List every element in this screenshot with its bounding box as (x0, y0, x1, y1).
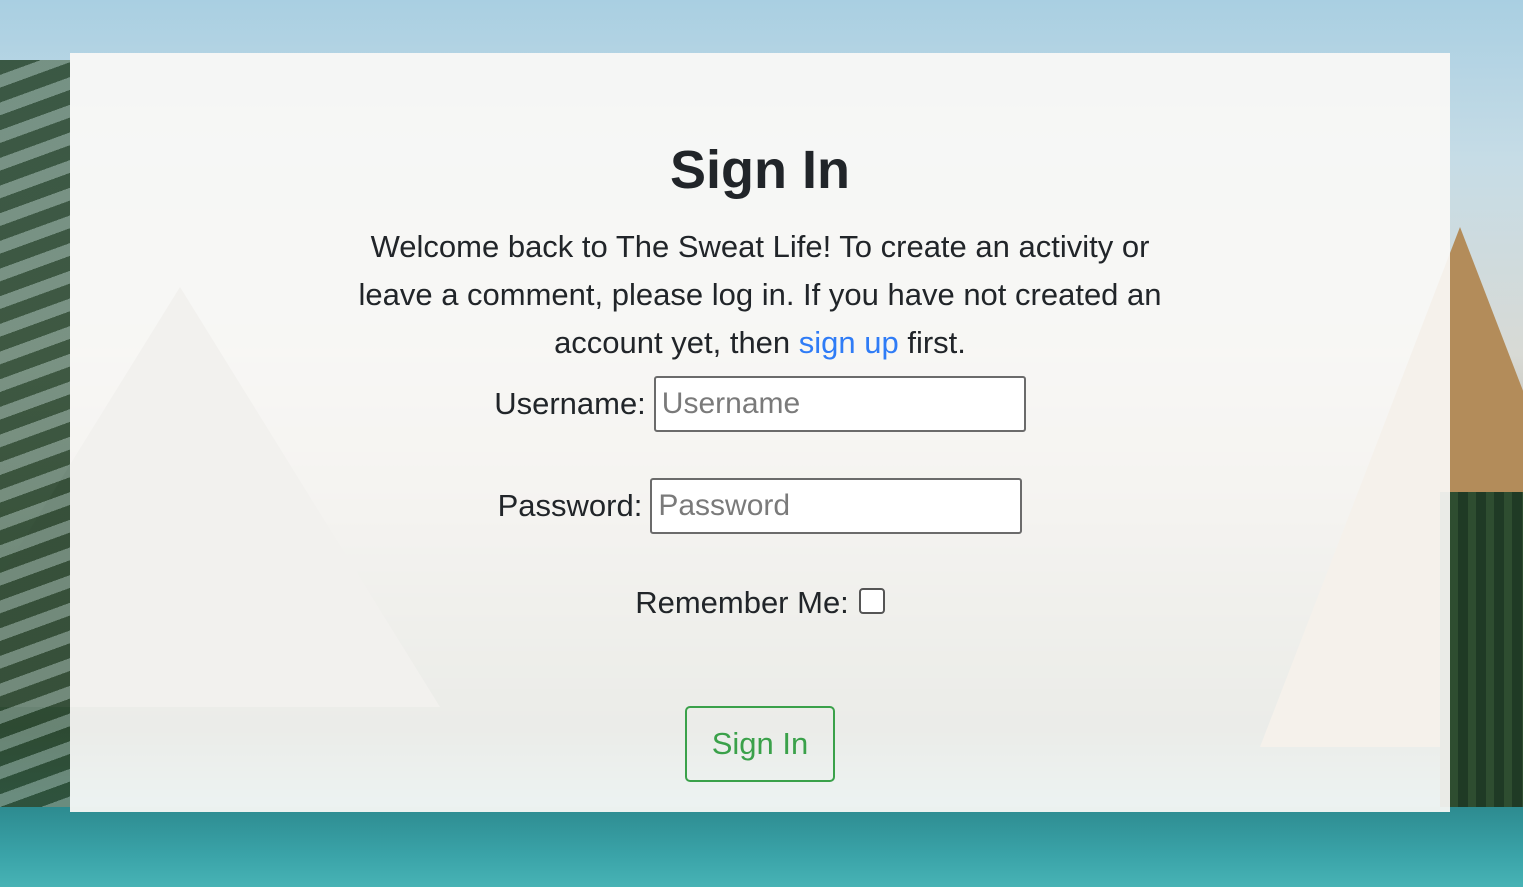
password-row: Password: (70, 478, 1450, 534)
sign-in-card: Sign In Welcome back to The Sweat Life! … (70, 53, 1450, 812)
forest-right (1440, 492, 1523, 812)
remember-me-label: Remember Me: (635, 585, 849, 620)
page-title: Sign In (670, 140, 850, 200)
lake (0, 807, 1523, 887)
password-input[interactable] (650, 478, 1023, 534)
intro-text: Welcome back to The Sweat Life! To creat… (330, 223, 1190, 367)
username-row: Username: (70, 376, 1450, 432)
intro-text-after-link: first. (898, 325, 966, 360)
username-input[interactable] (653, 376, 1026, 432)
intro-text-before-link: Welcome back to The Sweat Life! To creat… (358, 229, 1162, 360)
password-label: Password: (497, 488, 643, 523)
tree-branches-left (0, 60, 70, 820)
remember-me-row: Remember Me: (70, 585, 1450, 621)
remember-me-checkbox[interactable] (858, 588, 885, 614)
sign-in-button[interactable]: Sign In (685, 706, 835, 782)
sign-up-link[interactable]: sign up (799, 325, 899, 360)
username-label: Username: (494, 386, 646, 421)
